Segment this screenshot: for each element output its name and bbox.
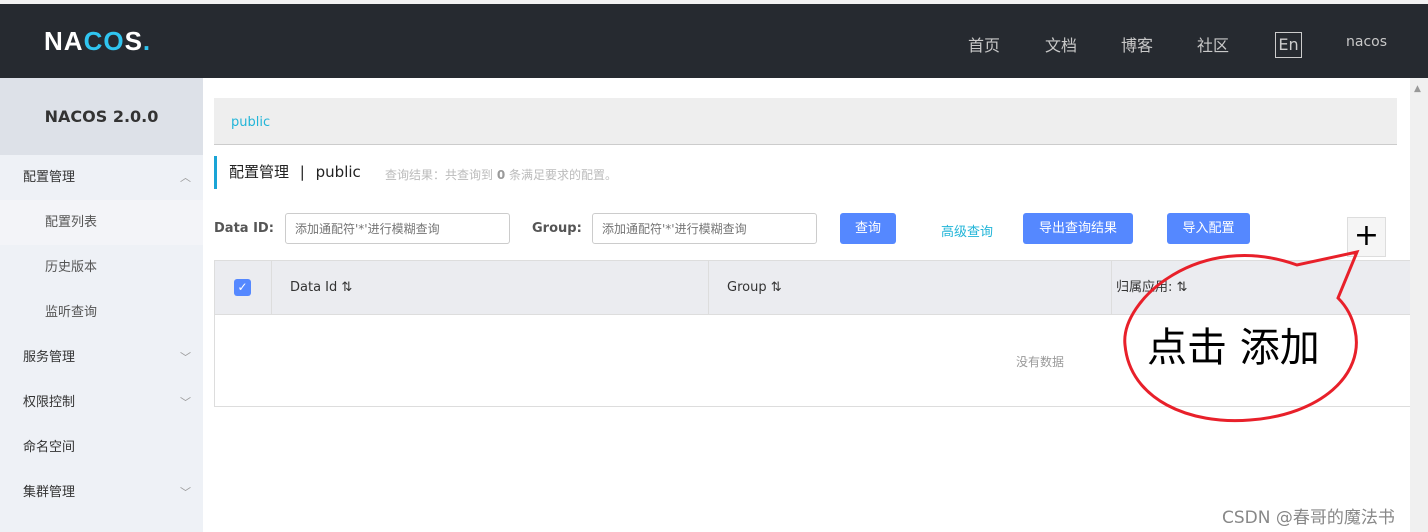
callout-text: 点击 添加 xyxy=(1147,325,1320,371)
watermark: CSDN @春哥的魔法书 xyxy=(1222,508,1395,528)
callout-bubble xyxy=(1123,249,1360,423)
